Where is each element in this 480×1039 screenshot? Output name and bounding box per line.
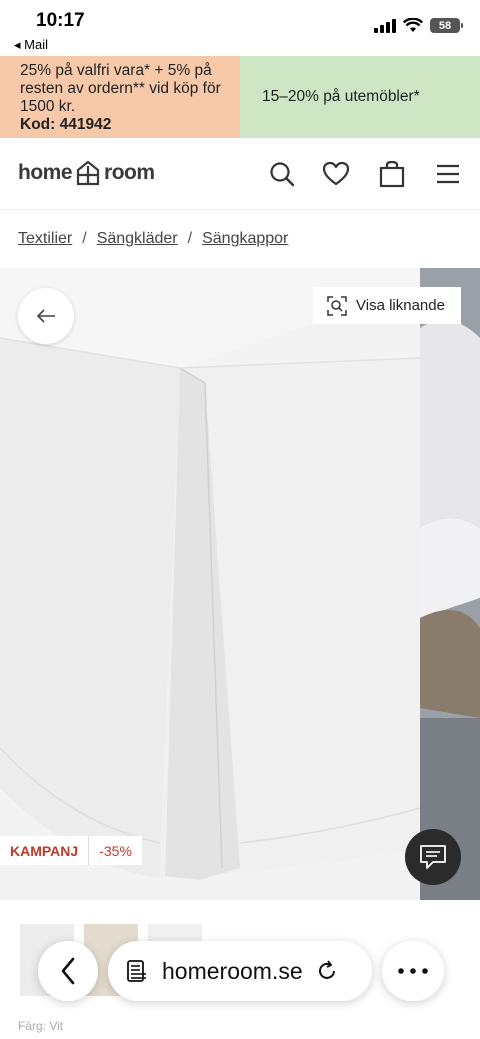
back-to-mail-link[interactable]: ◂ Mail <box>14 37 48 53</box>
visa-liknande-label: Visa liknande <box>356 297 445 314</box>
breadcrumb-separator: / <box>82 230 87 247</box>
promo-right[interactable]: 15–20% på utemöbler* <box>240 56 480 138</box>
signal-icon <box>374 18 396 33</box>
bedroom-photo-preview <box>420 268 480 900</box>
reader-icon <box>127 960 146 982</box>
breadcrumb-separator: / <box>187 230 193 247</box>
site-header: home room <box>0 138 480 210</box>
logo-home: home <box>18 161 73 184</box>
breadcrumb: Textilier / Sängkläder / Sängkappor <box>18 230 288 248</box>
more-dots-icon <box>398 968 428 974</box>
visual-search-icon <box>327 295 347 316</box>
chat-button[interactable] <box>405 829 461 885</box>
address-url: homeroom.se <box>162 957 303 984</box>
breadcrumb-textilier[interactable]: Textilier <box>18 230 72 248</box>
bed-skirt-image <box>0 268 420 900</box>
promo-right-text: 15–20% på utemöbler* <box>262 88 420 105</box>
chat-icon <box>420 845 446 869</box>
visa-liknande-button[interactable]: Visa liknande <box>313 287 461 324</box>
status-time: 10:17 <box>36 10 85 31</box>
discount-badge: -35% <box>99 842 132 859</box>
promo-banner[interactable]: 25% på valfri vara* + 5% på resten av or… <box>0 56 480 138</box>
menu-icon[interactable] <box>434 160 462 188</box>
promo-left[interactable]: 25% på valfri vara* + 5% på resten av or… <box>0 56 240 138</box>
promo-code: Kod: 441942 <box>20 116 112 133</box>
breadcrumb-sangkappor[interactable]: Sängkappor <box>202 230 288 248</box>
image-back-button[interactable] <box>18 288 74 344</box>
arrow-left-icon <box>36 309 55 323</box>
battery-icon: 58 <box>430 18 463 33</box>
browser-back-button[interactable] <box>38 941 98 1001</box>
logo-room: room <box>104 161 155 184</box>
breadcrumb-sangklader[interactable]: Sängkläder <box>97 230 178 248</box>
more-options-button[interactable] <box>382 941 444 1001</box>
heart-icon[interactable] <box>322 160 350 188</box>
homeroom-logo[interactable]: home room <box>18 160 155 186</box>
logo-house-icon <box>76 160 100 186</box>
status-icons: 58 <box>374 18 463 33</box>
search-icon[interactable] <box>268 160 296 188</box>
product-image[interactable] <box>0 268 420 900</box>
bag-icon[interactable] <box>378 160 406 188</box>
chevron-left-icon <box>61 957 75 985</box>
campaign-badge: KAMPANJ <box>0 836 90 865</box>
next-product-image[interactable] <box>420 268 480 900</box>
promo-left-text: 25% på valfri vara* + 5% på resten av or… <box>20 62 221 115</box>
reload-icon[interactable] <box>315 959 339 983</box>
campaign-badges: KAMPANJ -35% <box>0 836 142 865</box>
status-bar: 10:17 ◂ Mail 58 <box>0 0 480 56</box>
color-label: Färg: Vit <box>18 1019 64 1033</box>
wifi-icon <box>403 18 423 32</box>
address-bar[interactable]: homeroom.se <box>108 941 372 1001</box>
page: 10:17 ◂ Mail 58 25% på valfri vara* + 5%… <box>0 0 480 1039</box>
